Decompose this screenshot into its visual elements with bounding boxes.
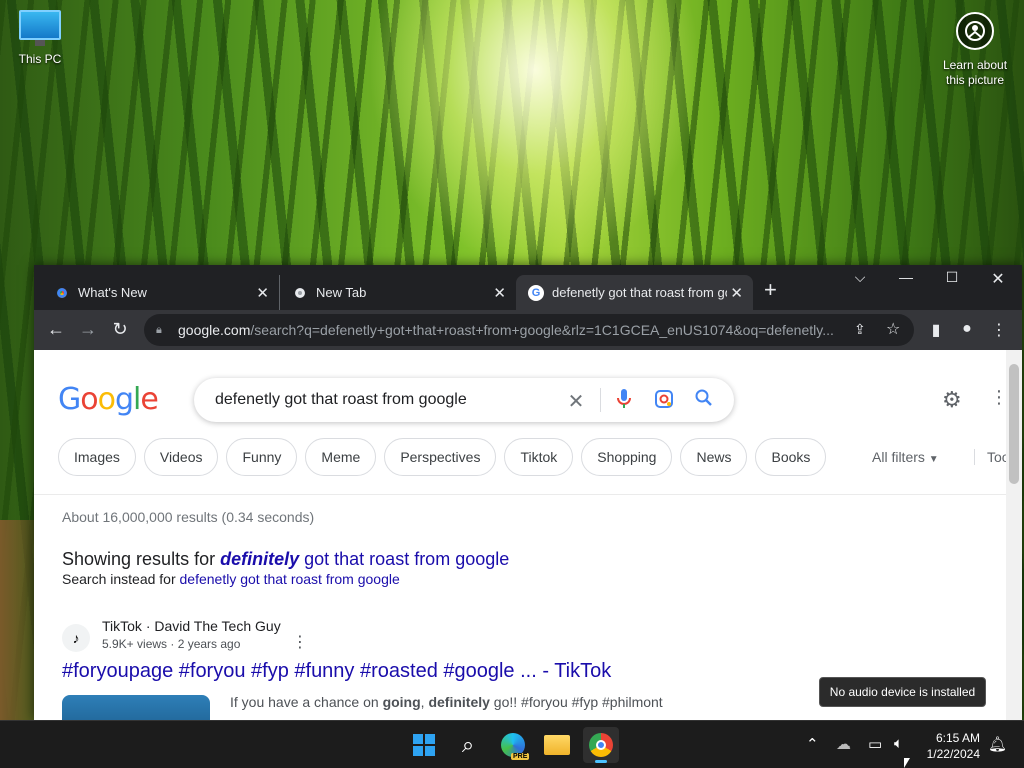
- filter-chips: Images Videos Funny Meme Perspectives Ti…: [58, 438, 827, 476]
- chrome-taskbar-icon[interactable]: [583, 727, 619, 763]
- chrome-window: What's New ✕ New Tab ✕ G defenetly got t…: [34, 265, 1022, 720]
- more-options-icon[interactable]: ⋮: [292, 632, 308, 652]
- side-panel-icon[interactable]: ▮: [926, 320, 946, 340]
- address-bar[interactable]: 🔒︎ google.com/search?q=defenetly+got+tha…: [144, 314, 914, 346]
- clock-time: 6:15 AM: [935, 731, 980, 745]
- tab-title: What's New: [78, 285, 147, 300]
- tab-whats-new[interactable]: What's New ✕: [42, 275, 279, 310]
- corrected-query-link[interactable]: definitely got that roast from google: [220, 549, 509, 569]
- search-input[interactable]: defenetly got that roast from google: [215, 391, 555, 409]
- chip-images[interactable]: Images: [58, 438, 136, 476]
- microphone-icon[interactable]: [613, 389, 635, 414]
- chrome-icon: [292, 284, 308, 301]
- close-icon[interactable]: ✕: [493, 284, 506, 302]
- this-pc-desktop-icon[interactable]: This PC: [10, 10, 70, 66]
- search-box[interactable]: defenetly got that roast from google ✕: [194, 378, 734, 422]
- google-apps-icon[interactable]: ⋮⋮: [990, 387, 1006, 408]
- file-explorer-icon[interactable]: [539, 727, 575, 763]
- back-button[interactable]: ←: [44, 319, 68, 340]
- result-stats: About 16,000,000 results (0.34 seconds): [62, 509, 315, 525]
- new-tab-button[interactable]: +: [764, 279, 777, 301]
- onedrive-cloud-icon[interactable]: ☁: [836, 735, 851, 753]
- taskbar: ⌕ PRE ⌃ ☁ ▭ 🔈︎ 6:15 AM 1/22/2024 🔔︎: [0, 720, 1024, 768]
- scrollbar-thumb[interactable]: [1009, 364, 1019, 484]
- forward-button[interactable]: →: [76, 319, 100, 340]
- tab-new-tab[interactable]: New Tab ✕: [279, 275, 516, 310]
- minimize-button[interactable]: —: [883, 269, 929, 285]
- chip-videos[interactable]: Videos: [143, 438, 219, 476]
- settings-gear-icon[interactable]: ⚙: [942, 387, 962, 413]
- chip-books[interactable]: Books: [755, 438, 827, 476]
- spotlight-icon: [956, 12, 994, 50]
- show-hidden-icons-chevron-icon[interactable]: ⌃: [806, 735, 819, 753]
- browser-toolbar: ← → ↻ 🔒︎ google.com/search?q=defenetly+g…: [34, 310, 1022, 350]
- result-thumbnail[interactable]: [62, 695, 210, 720]
- chrome-icon: [54, 284, 70, 301]
- chip-meme[interactable]: Meme: [305, 438, 377, 476]
- caret-down-icon: ▼: [928, 454, 939, 465]
- result-source[interactable]: TikTok · David The Tech Guy: [102, 618, 281, 634]
- clock-date: 1/22/2024: [926, 747, 980, 761]
- chip-funny[interactable]: Funny: [226, 438, 298, 476]
- url-text[interactable]: google.com/search?q=defenetly+got+that+r…: [178, 322, 843, 338]
- maximize-button[interactable]: ☐: [929, 269, 975, 286]
- chip-perspectives[interactable]: Perspectives: [384, 438, 497, 476]
- notification-bell-icon[interactable]: 🔔︎: [988, 735, 1007, 753]
- taskbar-clock[interactable]: 6:15 AM 1/22/2024: [918, 730, 980, 762]
- all-filters-button[interactable]: All filters ▼: [872, 449, 939, 465]
- more-menu-icon[interactable]: ⋮: [989, 320, 1009, 340]
- search-instead: Search instead for defenetly got that ro…: [62, 571, 400, 587]
- mouse-pointer-icon: [904, 758, 910, 768]
- close-icon[interactable]: ✕: [256, 284, 269, 302]
- bookmark-star-icon[interactable]: ☆: [886, 319, 900, 339]
- tools-button[interactable]: Tools: [974, 449, 1006, 465]
- tab-title: defenetly got that roast from go: [552, 285, 727, 300]
- lock-icon[interactable]: 🔒︎: [156, 324, 168, 337]
- tab-title: New Tab: [316, 285, 367, 300]
- tab-google-search[interactable]: G defenetly got that roast from go ✕: [516, 275, 753, 310]
- tiktok-icon[interactable]: ♪: [62, 624, 90, 652]
- divider: [600, 388, 601, 412]
- close-icon[interactable]: ✕: [730, 284, 743, 302]
- reload-button[interactable]: ↻: [108, 319, 132, 340]
- audio-tooltip: No audio device is installed: [819, 677, 986, 707]
- chip-tiktok[interactable]: Tiktok: [504, 438, 574, 476]
- start-button[interactable]: [406, 727, 442, 763]
- taskbar-search-icon[interactable]: ⌕: [450, 727, 486, 763]
- monitor-icon: [19, 10, 61, 46]
- windows-logo-icon: [413, 734, 435, 756]
- result-snippet: If you have a chance on going, definitel…: [230, 694, 663, 710]
- result-meta: 5.9K+ views · 2 years ago: [102, 637, 241, 651]
- search-results-page: Google defenetly got that roast from goo…: [34, 350, 1006, 720]
- profile-icon[interactable]: ●: [957, 320, 977, 338]
- page-scrollbar[interactable]: [1006, 350, 1022, 720]
- share-icon[interactable]: ⇪: [854, 321, 866, 338]
- desktop-icon-label: This PC: [18, 52, 62, 66]
- google-icon: G: [528, 284, 544, 301]
- network-icon[interactable]: ▭: [868, 735, 882, 753]
- volume-muted-icon[interactable]: 🔈︎: [894, 735, 903, 752]
- tab-search-chevron-icon[interactable]: ⌵: [837, 269, 883, 286]
- chip-shopping[interactable]: Shopping: [581, 438, 673, 476]
- desktop-icon-label: Learn about this picture: [942, 58, 1008, 87]
- edge-preview-icon[interactable]: PRE: [495, 727, 531, 763]
- chip-news[interactable]: News: [680, 438, 748, 476]
- result-title-link[interactable]: #foryoupage #foryou #fyp #funny #roasted…: [62, 660, 611, 683]
- spelling-correction: Showing results for definitely got that …: [62, 549, 510, 569]
- search-icon[interactable]: [693, 389, 715, 412]
- close-window-button[interactable]: ✕: [975, 269, 1021, 289]
- original-query-link[interactable]: defenetly got that roast from google: [180, 571, 400, 587]
- learn-about-picture-desktop-icon[interactable]: Learn about this picture: [938, 12, 1012, 88]
- clear-icon[interactable]: ✕: [565, 389, 587, 414]
- header-divider: [34, 494, 1006, 495]
- google-logo[interactable]: Google: [58, 382, 159, 417]
- tab-strip: What's New ✕ New Tab ✕ G defenetly got t…: [34, 265, 1022, 310]
- google-lens-icon[interactable]: [653, 389, 675, 414]
